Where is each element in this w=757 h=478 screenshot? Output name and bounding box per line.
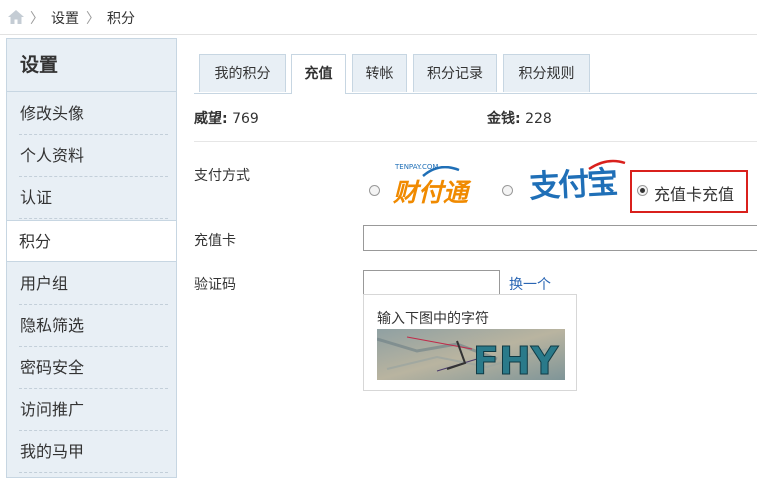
captcha-popup: 输入下图中的字符 FHY bbox=[363, 294, 577, 391]
sidebar-item-avatar[interactable]: 修改头像 bbox=[7, 93, 176, 135]
card-number-input[interactable] bbox=[363, 225, 757, 251]
alipay-logo[interactable]: 支付宝 bbox=[527, 157, 627, 205]
prestige-stat: 威望: 769 bbox=[194, 108, 259, 128]
card-option-highlight: 充值卡充值 bbox=[630, 170, 748, 213]
tab-recharge[interactable]: 充值 bbox=[291, 54, 346, 94]
sidebar-item-promotion[interactable]: 访问推广 bbox=[7, 389, 176, 431]
sidebar: 设置 修改头像 个人资料 认证 积分 用户组 隐私筛选 密码安全 访问推广 我的… bbox=[6, 38, 177, 478]
breadcrumb: 〉 设置 〉 积分 bbox=[0, 0, 757, 35]
captcha-hint: 输入下图中的字符 bbox=[377, 311, 489, 327]
tab-transfer[interactable]: 转帐 bbox=[352, 54, 407, 92]
breadcrumb-separator: 〉 bbox=[86, 11, 100, 27]
breadcrumb-item-points[interactable]: 积分 bbox=[107, 8, 135, 28]
prestige-value: 769 bbox=[232, 111, 259, 127]
tenpay-logo-text: 财付通 bbox=[393, 178, 469, 207]
prestige-label: 威望: bbox=[194, 111, 228, 127]
breadcrumb-separator: 〉 bbox=[30, 11, 44, 27]
captcha-input[interactable] bbox=[363, 270, 500, 296]
captcha-refresh-link[interactable]: 换一个 bbox=[509, 274, 551, 294]
captcha-image-text: FHY bbox=[473, 339, 559, 380]
alipay-accent-icon bbox=[588, 159, 626, 171]
sidebar-item-points[interactable]: 积分 bbox=[7, 220, 176, 262]
tenpay-radio[interactable] bbox=[369, 185, 380, 196]
divider bbox=[194, 141, 757, 142]
sidebar-item-privacy[interactable]: 隐私筛选 bbox=[7, 305, 176, 347]
money-label: 金钱: bbox=[487, 111, 521, 127]
tab-my-points[interactable]: 我的积分 bbox=[199, 54, 286, 92]
payment-method-label: 支付方式 bbox=[194, 168, 250, 184]
alipay-radio[interactable] bbox=[502, 185, 513, 196]
tab-points-log[interactable]: 积分记录 bbox=[413, 54, 497, 92]
sidebar-title: 设置 bbox=[7, 39, 176, 92]
money-stat: 金钱: 228 bbox=[487, 108, 552, 128]
captcha-label: 验证码 bbox=[194, 277, 236, 293]
sidebar-item-password[interactable]: 密码安全 bbox=[7, 347, 176, 389]
sidebar-item-profile[interactable]: 个人资料 bbox=[7, 135, 176, 177]
card-label: 充值卡 bbox=[194, 233, 236, 249]
tab-points-rules[interactable]: 积分规则 bbox=[503, 54, 590, 92]
sidebar-item-verify[interactable]: 认证 bbox=[7, 177, 176, 219]
tab-bar: 我的积分 充值 转帐 积分记录 积分规则 bbox=[194, 54, 757, 94]
card-radio[interactable] bbox=[637, 185, 648, 196]
card-option-label[interactable]: 充值卡充值 bbox=[654, 181, 734, 205]
captcha-image[interactable]: FHY bbox=[377, 329, 565, 380]
tenpay-logo[interactable]: TENPAY.COM 财付通 bbox=[383, 163, 488, 207]
breadcrumb-item-settings[interactable]: 设置 bbox=[51, 8, 79, 28]
sidebar-item-usergroup[interactable]: 用户组 bbox=[7, 263, 176, 305]
money-value: 228 bbox=[525, 111, 552, 127]
home-icon[interactable] bbox=[8, 10, 24, 24]
